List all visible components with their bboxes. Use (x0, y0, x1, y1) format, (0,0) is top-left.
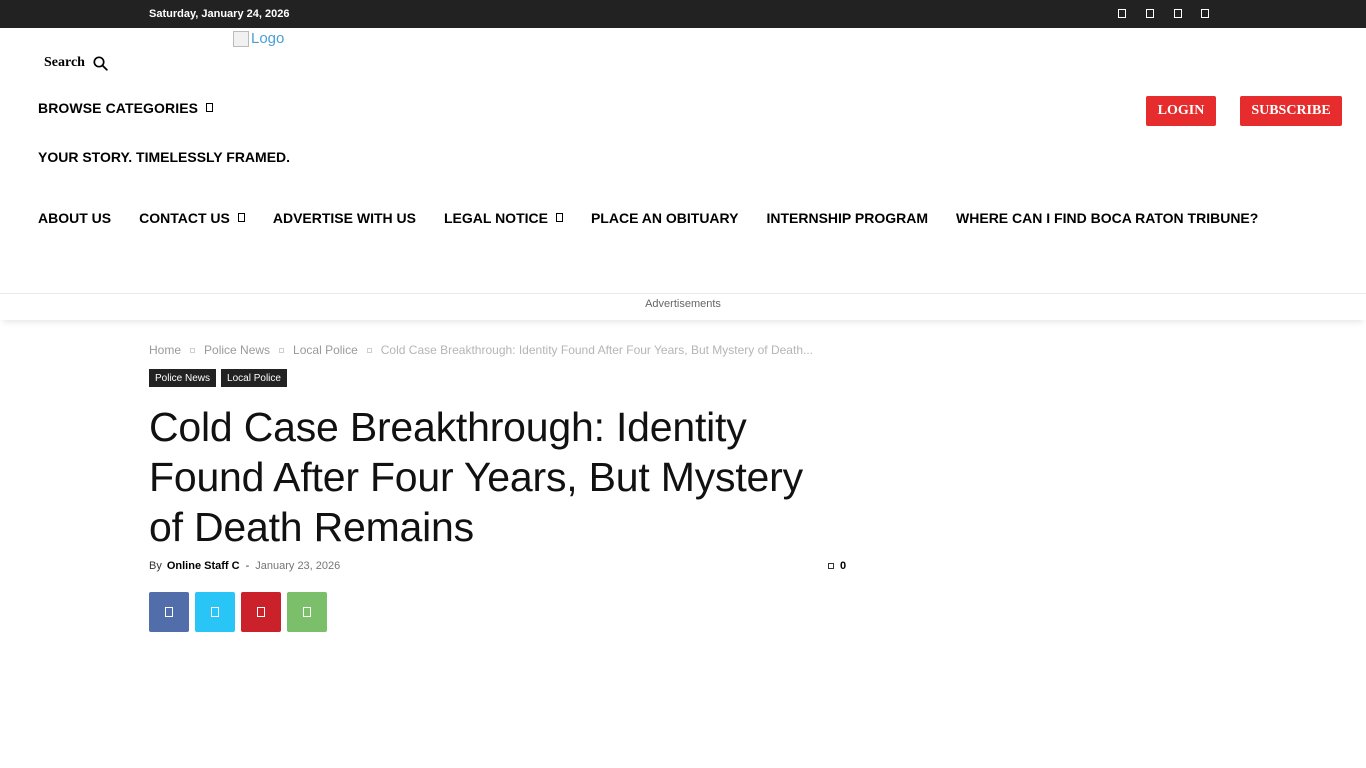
whatsapp-icon (303, 607, 311, 617)
breadcrumb-separator-icon (190, 347, 196, 353)
comments-count[interactable]: 0 (828, 560, 846, 572)
current-date: Saturday, January 24, 2026 (149, 8, 290, 20)
twitter-icon[interactable] (1174, 9, 1182, 18)
breadcrumb-police-news[interactable]: Police News (204, 343, 270, 357)
logo-alt-text: Logo (251, 30, 285, 47)
advertisement-label: Advertisements (645, 298, 721, 310)
share-pinterest-button[interactable] (241, 592, 281, 632)
login-button[interactable]: LOGIN (1146, 96, 1216, 126)
instagram-icon[interactable] (1146, 9, 1154, 18)
publish-date: January 23, 2026 (255, 560, 341, 572)
nav-item-where-to-find[interactable]: WHERE CAN I FIND BOCA RATON TRIBUNE? (956, 210, 1258, 226)
author-link[interactable]: Online Staff C (167, 560, 240, 572)
nav-item-legal-notice[interactable]: LEGAL NOTICE (444, 210, 563, 226)
article-title: Cold Case Breakthrough: Identity Found A… (149, 404, 803, 550)
browse-categories-label: BROWSE CATEGORIES (38, 100, 199, 116)
advertisement-bar: Advertisements (0, 293, 1366, 320)
nav-item-place-an-obituary[interactable]: PLACE AN OBITUARY (591, 210, 739, 226)
pinterest-icon (257, 607, 265, 617)
nav-item-about-us[interactable]: ABOUT US (38, 210, 111, 226)
breadcrumb: Home Police News Local Police Cold Case … (149, 343, 813, 357)
search-label: Search (44, 55, 85, 70)
nav-item-label: ABOUT US (38, 210, 112, 226)
nav-item-label: INTERNSHIP PROGRAM (766, 210, 929, 226)
search-icon (93, 55, 108, 71)
article-tags: Police News Local Police (149, 369, 292, 387)
chevron-down-icon (237, 212, 245, 222)
byline-prefix: By (149, 560, 162, 572)
youtube-icon[interactable] (1201, 9, 1209, 18)
nav-item-contact-us[interactable]: CONTACT US (139, 210, 245, 226)
browse-categories-menu[interactable]: BROWSE CATEGORIES (38, 100, 214, 116)
tag-local-police[interactable]: Local Police (221, 369, 287, 387)
comment-icon (828, 563, 834, 569)
share-facebook-button[interactable] (149, 592, 189, 632)
breadcrumb-home[interactable]: Home (149, 343, 181, 357)
comments-number: 0 (840, 560, 847, 572)
breadcrumb-separator-icon (366, 347, 372, 353)
main-navigation: ABOUT US CONTACT US ADVERTISE WITH US LE… (38, 209, 1258, 227)
facebook-icon (165, 607, 173, 617)
breadcrumb-separator-icon (279, 347, 285, 353)
nav-item-label: CONTACT US (139, 210, 230, 226)
site-logo[interactable]: Logo (233, 30, 284, 47)
search-button[interactable]: Search (44, 55, 108, 71)
meta-separator: - (245, 560, 250, 572)
tag-police-news[interactable]: Police News (149, 369, 217, 387)
nav-item-advertise-with-us[interactable]: ADVERTISE WITH US (273, 210, 416, 226)
nav-item-internship-program[interactable]: INTERNSHIP PROGRAM (766, 210, 928, 226)
nav-item-label: PLACE AN OBITUARY (590, 210, 739, 226)
nav-item-label: WHERE CAN I FIND BOCA RATON TRIBUNE? (956, 210, 1259, 226)
share-twitter-button[interactable] (195, 592, 235, 632)
twitter-icon (211, 607, 219, 617)
facebook-icon[interactable] (1118, 9, 1126, 18)
breadcrumb-local-police[interactable]: Local Police (293, 343, 358, 357)
share-whatsapp-button[interactable] (287, 592, 327, 632)
top-bar: Saturday, January 24, 2026 (0, 0, 1366, 28)
chevron-down-icon (555, 212, 563, 222)
article-meta: By Online Staff C - January 23, 2026 (149, 560, 340, 572)
nav-item-label: ADVERTISE WITH US (272, 210, 416, 226)
nav-item-label: LEGAL NOTICE (443, 210, 548, 226)
breadcrumb-current: Cold Case Breakthrough: Identity Found A… (380, 343, 813, 357)
site-tagline: YOUR STORY. TIMELESSLY FRAMED. (38, 149, 291, 165)
broken-image-icon (233, 30, 249, 47)
subscribe-button[interactable]: SUBSCRIBE (1240, 96, 1342, 126)
chevron-down-icon (206, 102, 214, 112)
